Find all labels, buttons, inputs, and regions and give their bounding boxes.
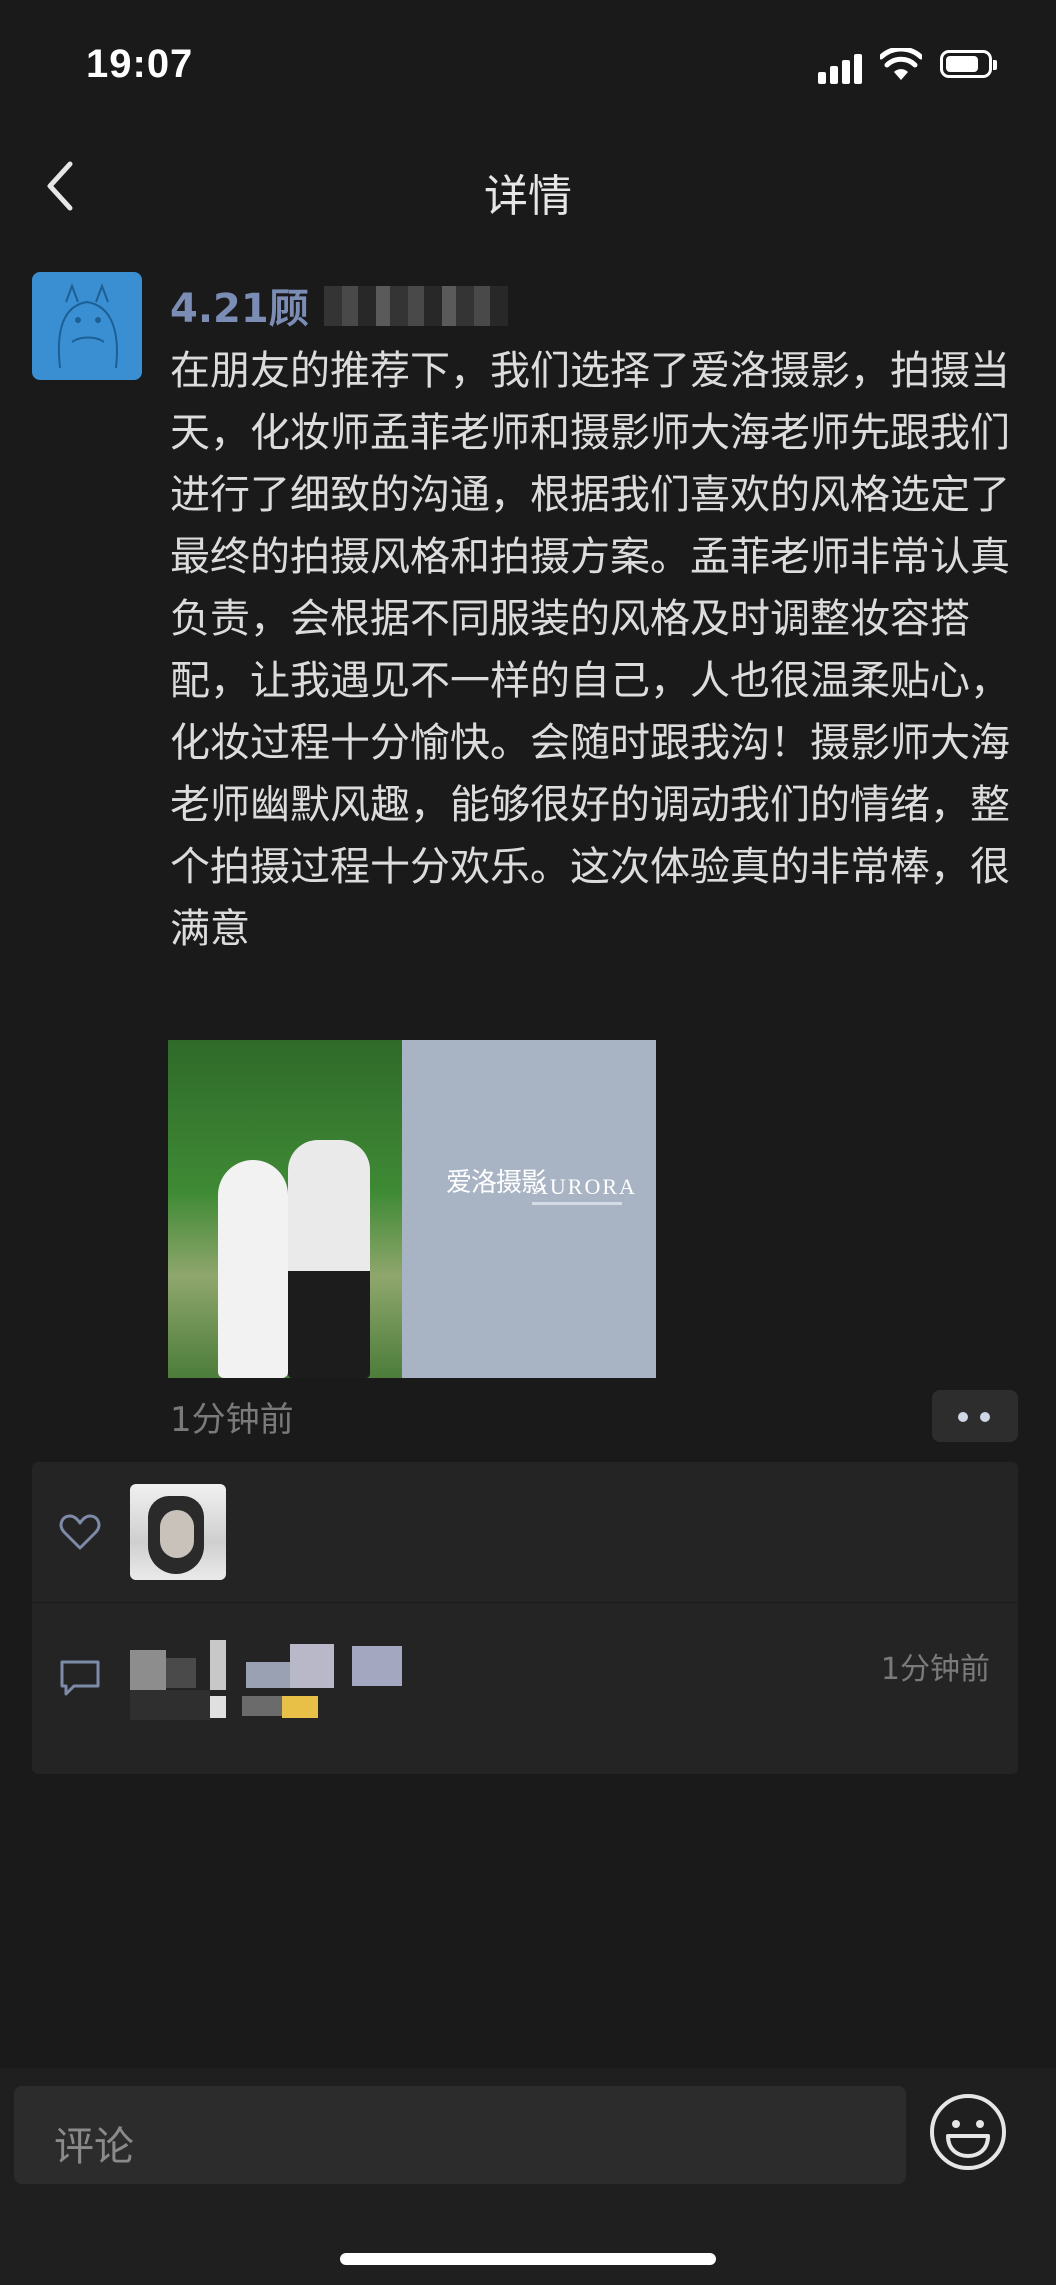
post-username[interactable]: 4.21顾 xyxy=(170,276,309,334)
post-text: 在朋友的推荐下，我们选择了爱洛摄影，拍摄当天，化妆师孟菲老师和摄影师大海老师先跟… xyxy=(170,348,1010,952)
user-avatar[interactable] xyxy=(32,272,142,380)
divider xyxy=(32,1602,1018,1603)
photo-brand-panel: 爱洛摄影 AURORA xyxy=(402,1040,656,1378)
status-time: 19:07 xyxy=(86,42,194,86)
liker-face xyxy=(160,1510,194,1558)
post-time: 1分钟前 xyxy=(170,1400,294,1440)
blurred-username xyxy=(324,286,508,326)
liker-avatar[interactable] xyxy=(130,1484,226,1580)
emoji-icon[interactable] xyxy=(928,2092,1008,2172)
page-title: 详情 xyxy=(484,171,572,222)
more-icon xyxy=(958,1412,968,1422)
brand-tagline-line xyxy=(532,1202,622,1205)
brand-logo-cn: 爱洛摄影 xyxy=(446,1168,547,1198)
comment-placeholder: 评论 xyxy=(54,2124,134,2170)
bottom-bar: 评论 xyxy=(0,2068,1056,2285)
post-photo[interactable]: 爱洛摄影 AURORA xyxy=(168,1040,656,1378)
status-bar: 19:07 xyxy=(0,0,1056,130)
cellular-signal-icon xyxy=(818,52,864,84)
more-button[interactable] xyxy=(932,1390,1018,1442)
groom-figure xyxy=(288,1140,370,1378)
bride-figure xyxy=(218,1160,288,1378)
likes-comments-box: 1分钟前 xyxy=(32,1462,1018,1774)
photo-couple-scene xyxy=(168,1040,402,1378)
wifi-icon xyxy=(880,48,922,80)
comment-time: 1分钟前 xyxy=(880,1652,990,1687)
home-indicator xyxy=(340,2253,716,2265)
battery-icon xyxy=(940,50,997,78)
blurred-comment xyxy=(130,1640,480,1740)
brand-logo-en: AURORA xyxy=(532,1174,637,1199)
navigation-bar: 详情 xyxy=(0,130,1056,247)
totoro-avatar-icon xyxy=(57,283,118,369)
heart-icon xyxy=(59,1514,101,1550)
comment-icon xyxy=(60,1660,100,1696)
comment-input[interactable]: 评论 xyxy=(14,2086,906,2184)
more-icon-dot xyxy=(980,1412,990,1422)
